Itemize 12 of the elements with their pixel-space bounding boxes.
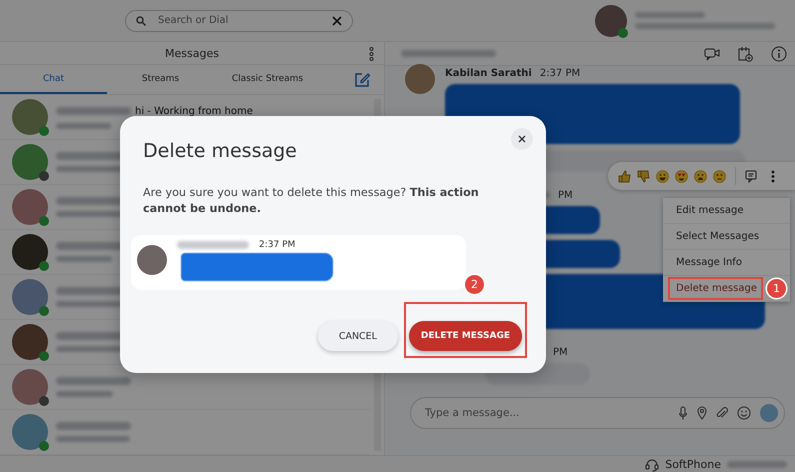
message-time: 2:37 PM <box>259 240 296 250</box>
dialog-title: Delete message <box>143 140 298 162</box>
step-badge: 2 <box>465 275 484 294</box>
step-badge: 1 <box>767 279 786 298</box>
panel-title: Messages <box>165 46 219 60</box>
softphone-label: SoftPhone <box>665 458 721 470</box>
message-time: PM <box>553 346 568 358</box>
dialog-message: Are you sure you want to delete this message? This action cannot be undone. <box>143 185 480 217</box>
message-time: PM <box>558 190 573 200</box>
conversation-preview: hi - Working from home <box>135 106 253 116</box>
sender-name: Kabilan Sarathi <box>445 68 532 78</box>
message-time: 2:37 PM <box>540 68 580 78</box>
